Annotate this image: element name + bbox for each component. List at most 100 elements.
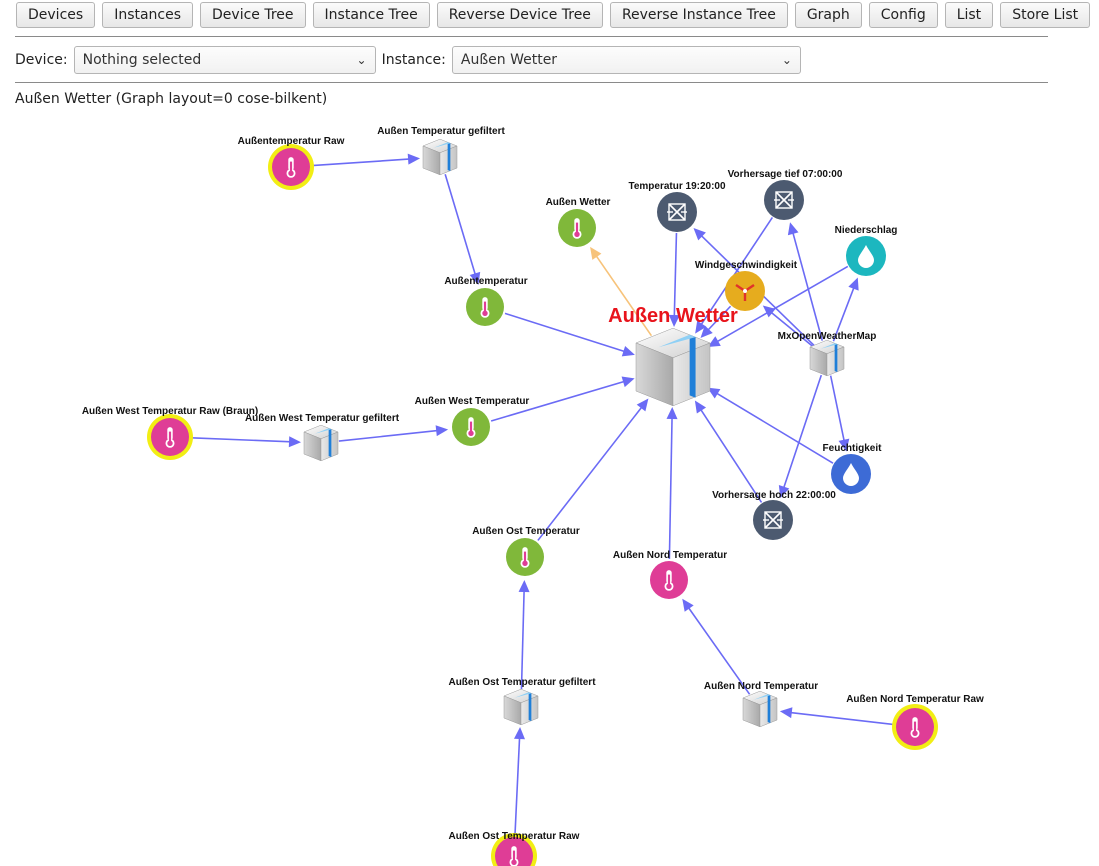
thermometer-icon [147, 414, 193, 460]
drop-icon [846, 236, 886, 276]
node-label: Windgeschwindigkeit [695, 260, 798, 271]
forecast-icon [764, 180, 804, 220]
wind-icon [725, 271, 765, 311]
arrow-head [435, 425, 449, 437]
node-label: Feuchtigkeit [823, 443, 883, 454]
thermometer-icon [452, 408, 490, 446]
arrow-head [666, 406, 678, 420]
graph-node-aotr[interactable]: Außen Ost Temperatur Raw [449, 831, 580, 866]
node-label: Außentemperatur [444, 276, 527, 287]
graph-edge [787, 222, 824, 341]
forecast-icon [753, 500, 793, 540]
module-box-icon [303, 424, 339, 462]
instance-graph[interactable]: Außen Wetter Außentemperatur Raw Außen Tem… [0, 0, 1099, 866]
node-label: Außen West Temperatur Raw (Braun) [82, 406, 258, 417]
edge-line [514, 736, 521, 836]
arrow-head [514, 726, 525, 740]
graph-node-atr[interactable]: Außentemperatur Raw [238, 136, 345, 190]
module-box-icon [742, 690, 778, 728]
thermometer-fill [912, 730, 918, 736]
arrow-head [787, 222, 799, 236]
thermometer-fill [574, 231, 580, 237]
node-label: Außen Temperatur gefiltert [377, 126, 505, 137]
arrow-head [621, 376, 635, 388]
arrow-head [779, 707, 793, 719]
thermometer-icon [558, 209, 596, 247]
box-stripe [689, 334, 696, 398]
graph-node-aotg[interactable]: Außen Ost Temperatur gefiltert [448, 677, 596, 726]
graph-nodes: Außen Wetter Außentemperatur Raw Außen Tem… [82, 126, 984, 866]
graph-node-at[interactable]: Außentemperatur [444, 276, 528, 326]
arrow-head [518, 579, 530, 593]
graph-node-ant[interactable]: Außen Nord Temperatur [613, 550, 727, 599]
thermometer-fill [288, 170, 294, 176]
wind-hub [743, 289, 747, 293]
graph-edge [779, 707, 895, 726]
graph-edge [514, 726, 525, 836]
node-label: Außen Wetter [546, 197, 611, 208]
graph-edge [778, 374, 823, 499]
node-label: Außen Nord Temperatur [704, 681, 818, 692]
graph-node-awtr[interactable]: Außen West Temperatur Raw (Braun) [82, 406, 258, 460]
edge-line [715, 391, 834, 464]
graph-edge [666, 406, 678, 560]
node-label: Außentemperatur Raw [238, 136, 345, 147]
graph-node-antm[interactable]: Außen Nord Temperatur [704, 681, 818, 728]
node-label: Außen Ost Temperatur gefiltert [448, 677, 596, 688]
node-label: Außen Ost Temperatur Raw [449, 831, 580, 842]
forecast-icon [657, 192, 697, 232]
arrow-head [682, 598, 694, 612]
thermometer-icon [892, 704, 938, 750]
graph-edge [311, 153, 421, 167]
node-label: Temperatur 19:20:00 [628, 181, 726, 192]
thermometer-icon [650, 561, 688, 599]
graph-node-atg[interactable]: Außen Temperatur gefiltert [377, 126, 505, 176]
edge-line [789, 711, 895, 726]
graph-node-vt[interactable]: Vorhersage tief 07:00:00 [728, 169, 843, 220]
edge-line [520, 589, 525, 690]
drop-icon [831, 454, 871, 494]
edge-line [791, 231, 824, 341]
thermometer-icon [268, 144, 314, 190]
edge-line [444, 174, 477, 277]
graph-node-owm[interactable]: MxOpenWeatherMap [778, 331, 877, 377]
module-box-icon [422, 138, 458, 176]
edge-line [829, 375, 846, 443]
edge-line [338, 429, 439, 442]
box-stripe [447, 142, 451, 172]
box-stripe [834, 343, 838, 373]
graph-node-vh[interactable]: Vorhersage hoch 22:00:00 [712, 490, 836, 540]
module-box-icon [809, 339, 845, 377]
graph-node-fk[interactable]: Feuchtigkeit [823, 443, 883, 494]
thermometer-fill [511, 859, 517, 865]
thermometer-fill [482, 310, 488, 316]
node-label: Außen Nord Temperatur [613, 550, 727, 561]
module-box-icon [503, 688, 539, 726]
thermometer-fill [666, 583, 672, 589]
graph-node-awt[interactable]: Außen West Temperatur [415, 396, 530, 446]
edge-line [537, 405, 644, 541]
edge-line [311, 158, 411, 167]
graph-edge [190, 436, 302, 448]
thermometer-icon [506, 538, 544, 576]
graph-node-aw[interactable]: Außen Wetter [546, 197, 611, 247]
node-label: Außen Wetter [608, 305, 738, 327]
node-label: Vorhersage tief 07:00:00 [728, 169, 843, 180]
box-stripe [328, 428, 332, 458]
edge-line [699, 408, 763, 503]
graph-node-t1920[interactable]: Temperatur 19:20:00 [628, 181, 726, 232]
arrow-head [288, 436, 302, 448]
node-label: Außen West Temperatur gefiltert [245, 413, 400, 424]
node-label: Außen Nord Temperatur Raw [846, 694, 984, 705]
graph-edge [518, 579, 530, 690]
edge-line [190, 437, 292, 443]
graph-edge [694, 400, 763, 503]
node-label: Niederschlag [835, 225, 898, 236]
thermometer-icon [466, 288, 504, 326]
arrow-head [621, 345, 635, 357]
graph-edge [338, 425, 449, 442]
arrow-head [590, 246, 602, 260]
arrow-head [694, 400, 707, 414]
graph-edge [682, 598, 751, 695]
graph-node-aot[interactable]: Außen Ost Temperatur [472, 526, 580, 576]
